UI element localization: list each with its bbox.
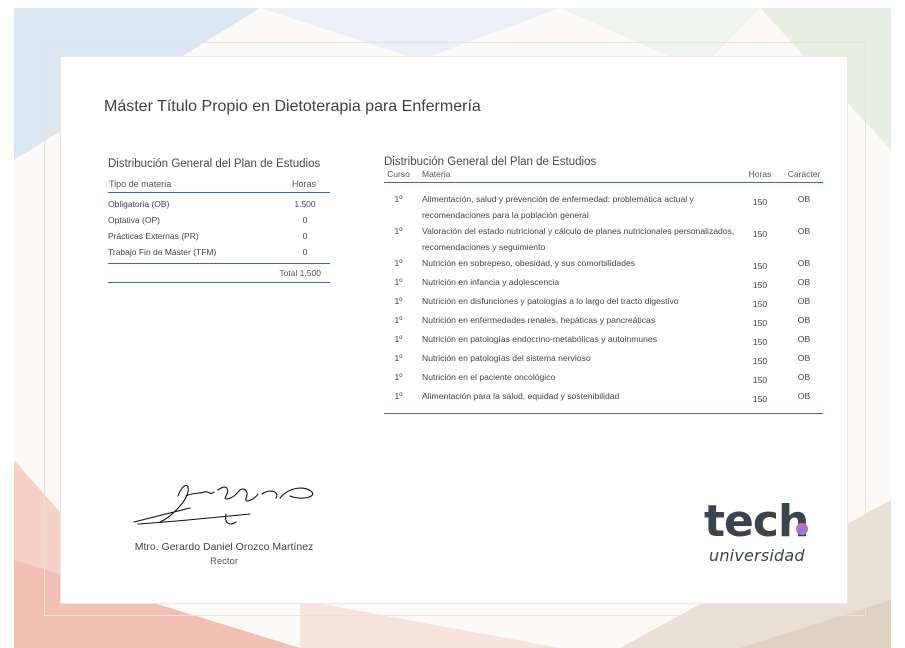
subject-cell: Alimentación, salud y prevención de enfe… bbox=[422, 194, 694, 220]
course-cell: 1º bbox=[394, 277, 403, 287]
type-cell: OB bbox=[797, 258, 811, 268]
table-row: 1º Nutrición en disfunciones y patologías… bbox=[384, 293, 823, 312]
hours-cell: 150 bbox=[752, 229, 768, 239]
type-cell: OB bbox=[797, 353, 811, 363]
subject-cell: Nutrición en sobrepeso, obesidad, y sus … bbox=[422, 258, 636, 268]
hours-cell: 150 bbox=[752, 375, 768, 385]
table-row: 1º Nutrición en enfermedades renales, hep… bbox=[384, 312, 823, 331]
subject-cell: Nutrición en infancia y adolescencia bbox=[422, 277, 560, 287]
summary-row: Optativa (OP) 0 bbox=[108, 214, 330, 230]
summary-total: Total 1.500 bbox=[279, 268, 321, 278]
column-header-subject: Materia bbox=[422, 169, 451, 179]
course-cell: 1º bbox=[394, 372, 403, 382]
summary-row-hours: 1.500 bbox=[294, 199, 316, 209]
hours-cell: 150 bbox=[752, 394, 768, 404]
table-row: 1º Nutrición en patologías del sistema ne… bbox=[384, 350, 823, 369]
type-cell: OB bbox=[797, 277, 811, 287]
hours-cell: 150 bbox=[752, 261, 768, 271]
course-cell: 1º bbox=[394, 194, 403, 204]
table-row: 1º Nutrición en patologías endocrino-meta… bbox=[384, 331, 823, 350]
summary-row-hours: 0 bbox=[302, 247, 308, 257]
course-cell: 1º bbox=[394, 226, 403, 236]
column-header-type: Tipo de materia bbox=[109, 179, 172, 189]
logo-subtitle: universidad bbox=[709, 546, 805, 565]
table-row: 1º Alimentación, salud y prevención de en… bbox=[384, 191, 823, 223]
table-row: 1º Nutrición en sobrepeso, obesidad, y su… bbox=[384, 255, 823, 274]
summary-row: Obligatoria (OB) 1.500 bbox=[108, 198, 330, 214]
summary-row-type: Prácticas Externas (PR) bbox=[108, 231, 199, 241]
summary-row: Trabajo Fin de Máster (TFM) 0 bbox=[108, 246, 330, 262]
summary-row-type: Optativa (OP) bbox=[108, 215, 160, 225]
type-cell: OB bbox=[797, 372, 811, 382]
course-cell: 1º bbox=[394, 391, 403, 401]
summary-table-header: Tipo de materia Horas bbox=[108, 179, 330, 192]
column-header-type: Carácter bbox=[787, 169, 821, 179]
signature-image bbox=[133, 485, 314, 525]
summary-row: Prácticas Externas (PR) 0 bbox=[108, 230, 330, 246]
hours-cell: 150 bbox=[752, 280, 768, 290]
plan-table-header: Curso Materia Horas Carácter bbox=[384, 169, 823, 182]
course-cell: 1º bbox=[394, 296, 403, 306]
subject-cell: Alimentación para la salud, equidad y so… bbox=[422, 391, 620, 401]
subject-cell: Nutrición en patologías del sistema nerv… bbox=[422, 353, 591, 363]
hours-cell: 150 bbox=[752, 318, 768, 328]
summary-row-type: Obligatoria (OB) bbox=[108, 199, 170, 209]
document-title: Máster Título Propio en Dietoterapia par… bbox=[104, 98, 481, 115]
hours-cell: 150 bbox=[752, 337, 768, 347]
hours-cell: 150 bbox=[752, 299, 768, 309]
summary-row-hours: 0 bbox=[302, 231, 308, 241]
logo-accent-dot bbox=[796, 523, 808, 535]
summary-table: Distribución General del Plan de Estudio… bbox=[108, 158, 330, 283]
hours-cell: 150 bbox=[752, 356, 768, 366]
column-header-course: Curso bbox=[387, 169, 410, 179]
subject-cell: Nutrición en disfunciones y patologías a… bbox=[422, 296, 679, 306]
summary-table-heading: Distribución General del Plan de Estudio… bbox=[108, 158, 321, 170]
subject-cell: Nutrición en el paciente oncológico bbox=[422, 372, 556, 382]
hours-cell: 150 bbox=[752, 197, 768, 207]
type-cell: OB bbox=[797, 334, 811, 344]
table-row: 1º Valoración del estado nutricional y cá… bbox=[384, 223, 823, 255]
plan-table: Distribución General del Plan de Estudio… bbox=[384, 156, 823, 414]
summary-row-hours: 0 bbox=[302, 215, 308, 225]
summary-row-type: Trabajo Fin de Máster (TFM) bbox=[108, 247, 217, 257]
table-row: 1º Nutrición en infancia y adolescencia 15… bbox=[384, 274, 823, 293]
logo-wordmark: tech bbox=[704, 496, 809, 547]
table-bottom-divider bbox=[108, 282, 330, 283]
plan-table-heading: Distribución General del Plan de Estudio… bbox=[384, 156, 597, 168]
course-cell: 1º bbox=[394, 258, 403, 268]
tech-universidad-logo: tech universidad bbox=[704, 500, 814, 572]
column-header-hours: Horas bbox=[748, 169, 772, 179]
course-cell: 1º bbox=[394, 334, 403, 344]
type-cell: OB bbox=[797, 391, 811, 401]
subject-cell: Valoración del estado nutricional y cálc… bbox=[422, 226, 735, 252]
signatory-name: Mtro. Gerardo Daniel Orozco Martínez bbox=[134, 541, 314, 553]
type-cell: OB bbox=[797, 315, 811, 325]
signatory-role: Rector bbox=[210, 556, 238, 567]
subject-cell: Nutrición en patologías endocrino-metabó… bbox=[422, 334, 658, 344]
table-bottom-divider bbox=[384, 413, 823, 414]
type-cell: OB bbox=[797, 194, 811, 204]
table-row: 1º Alimentación para la salud, equidad y … bbox=[384, 388, 823, 407]
type-cell: OB bbox=[797, 296, 811, 306]
type-cell: OB bbox=[797, 226, 811, 236]
table-row: 1º Nutrición en el paciente oncológico 150… bbox=[384, 369, 823, 388]
subject-cell: Nutrición en enfermedades renales, hepát… bbox=[422, 315, 656, 325]
course-cell: 1º bbox=[394, 315, 403, 325]
column-header-hours: Horas bbox=[291, 179, 316, 189]
course-cell: 1º bbox=[394, 353, 403, 363]
